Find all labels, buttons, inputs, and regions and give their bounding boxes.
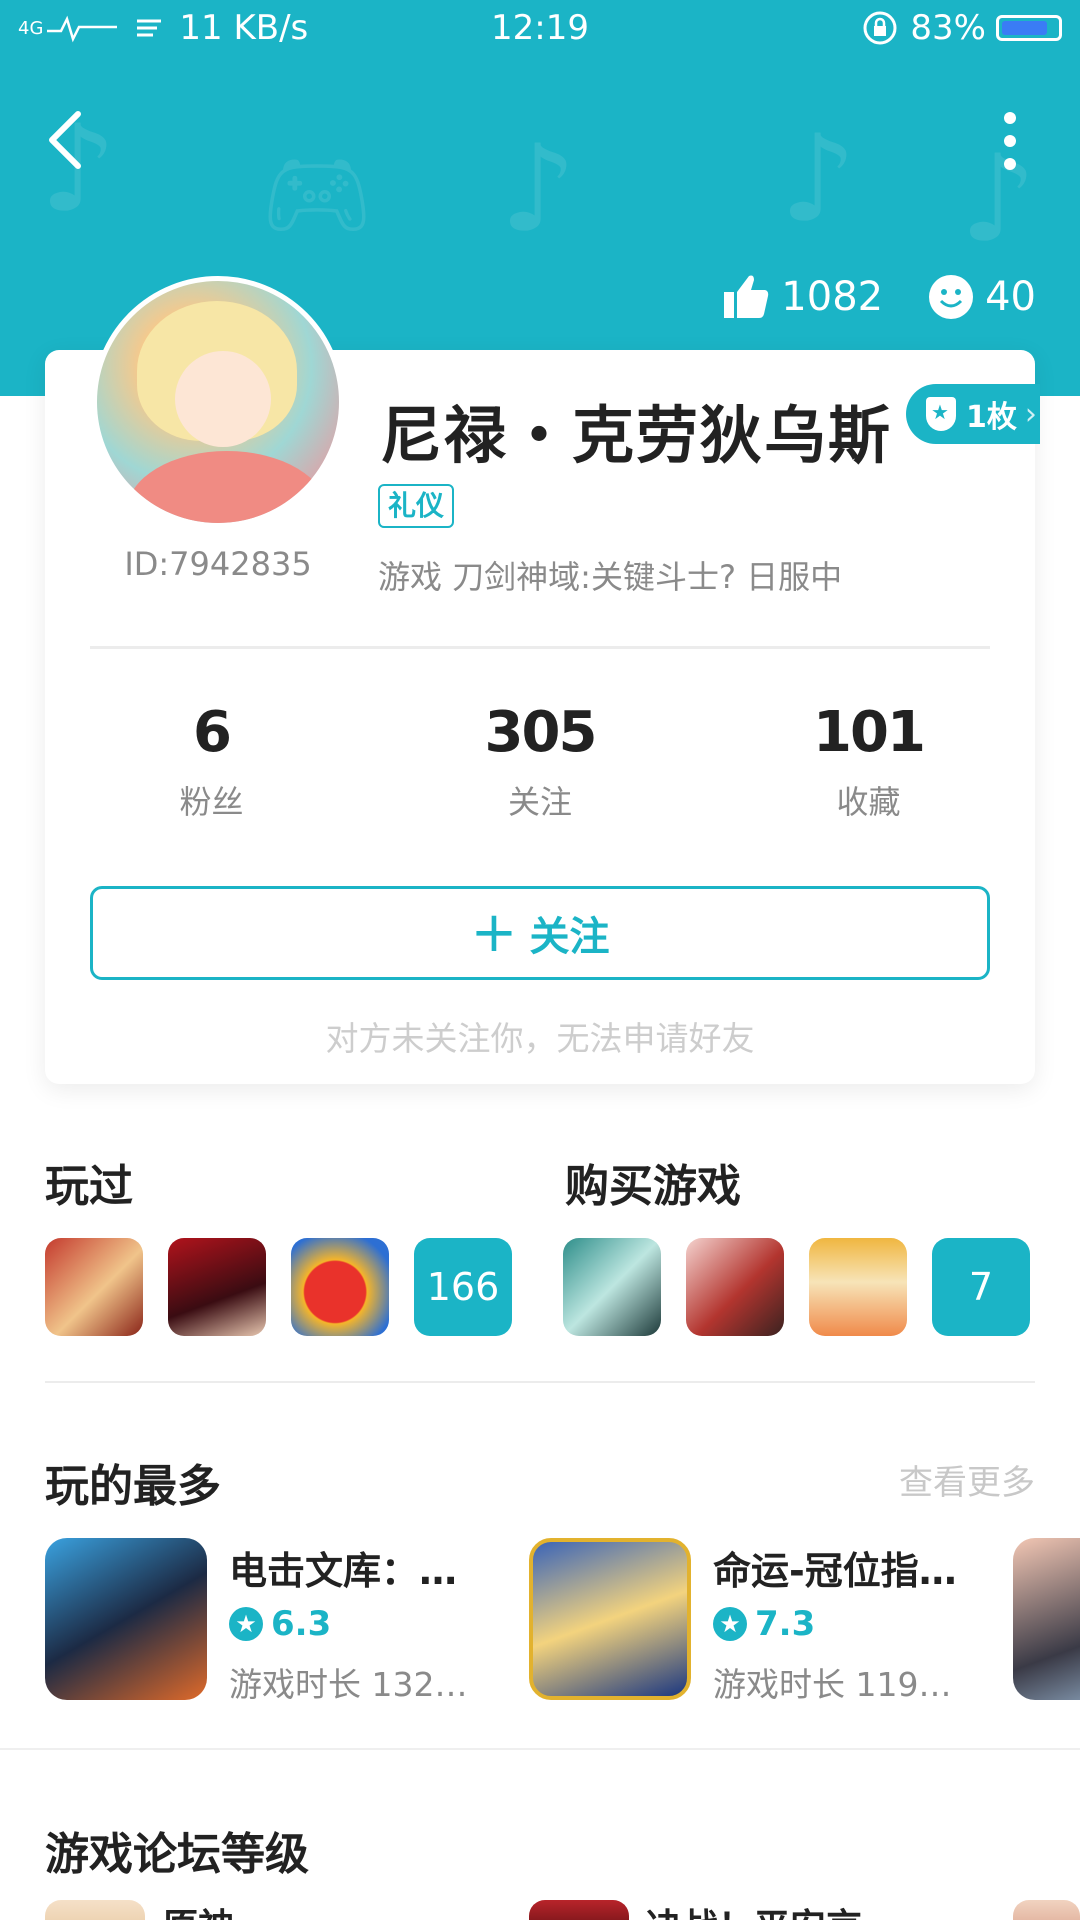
- shield-icon: [926, 397, 956, 431]
- played-games-row: 166: [45, 1238, 512, 1336]
- profile-counts: 6 粉丝 305 关注 101 收藏: [45, 700, 1035, 823]
- game-icon[interactable]: [563, 1238, 661, 1336]
- rotation-lock-icon: [863, 11, 897, 45]
- avatar[interactable]: [92, 276, 344, 528]
- status-bar: 4G 11 KB/s 12:19 83%: [0, 0, 1080, 54]
- forum-game-icon[interactable]: [1013, 1900, 1080, 1920]
- smiles-count: 40: [985, 274, 1036, 320]
- game-score: ★ 6.3: [229, 1604, 331, 1644]
- smile-icon: [929, 275, 974, 319]
- now-playing: 游戏 刀剑神域:关键斗士? 日服中: [378, 558, 843, 596]
- star-icon: ★: [229, 1607, 263, 1641]
- user-tag: 礼仪: [378, 484, 455, 528]
- purchased-games-row: 7: [563, 1238, 1030, 1336]
- game-title: 命运-冠位指…: [713, 1549, 957, 1593]
- played-more-count[interactable]: 166: [414, 1238, 512, 1336]
- game-cover: [1013, 1538, 1080, 1700]
- most-played-card[interactable]: [1013, 1538, 1080, 1702]
- follow-button[interactable]: + 关注: [90, 886, 990, 980]
- game-cover: [529, 1538, 691, 1700]
- game-score: ★ 7.3: [713, 1604, 815, 1644]
- thumbs-up-icon: [724, 275, 769, 318]
- forum-game-name[interactable]: 决战！平安京: [646, 1898, 862, 1920]
- purchased-title: 购买游戏: [565, 1161, 741, 1212]
- user-name: 尼禄・克劳狄乌斯: [380, 399, 893, 472]
- game-icon[interactable]: [45, 1238, 143, 1336]
- play-time: 游戏时长 132…: [229, 1665, 468, 1704]
- game-icon[interactable]: [686, 1238, 784, 1336]
- forum-game-name[interactable]: 原神: [162, 1898, 234, 1920]
- gamepad-decoration: 🎮︎: [260, 142, 375, 247]
- battery-percent: 83%: [910, 8, 986, 48]
- divider: [0, 1748, 1080, 1750]
- battery-fill: [1002, 21, 1047, 35]
- favorites-stat[interactable]: 101 收藏: [702, 700, 1035, 823]
- likes-count: 1082: [781, 274, 884, 320]
- back-button[interactable]: [38, 100, 98, 180]
- most-played-card[interactable]: 命运-冠位指… ★ 7.3 游戏时长 119小…: [529, 1538, 989, 1704]
- followers-label: 粉丝: [179, 783, 244, 821]
- profile-reactions: 1082 40: [677, 272, 1036, 322]
- battery-icon: [996, 15, 1062, 41]
- smiles-stat[interactable]: 40: [927, 273, 1036, 321]
- followers-count: 6: [193, 700, 232, 765]
- divider: [45, 1381, 1035, 1383]
- forum-level-title: 游戏论坛等级: [45, 1829, 309, 1880]
- score-value: 7.3: [755, 1604, 816, 1644]
- purchased-more-count[interactable]: 7: [932, 1238, 1030, 1336]
- chevron-right-icon: ›: [1024, 396, 1037, 432]
- game-icon[interactable]: [168, 1238, 266, 1336]
- following-count: 305: [484, 700, 598, 765]
- forum-game-icon[interactable]: [45, 1900, 145, 1920]
- followers-stat[interactable]: 6 粉丝: [45, 700, 378, 823]
- star-icon: ★: [713, 1607, 747, 1641]
- forum-game-icon[interactable]: [529, 1900, 629, 1920]
- played-title: 玩过: [45, 1161, 133, 1212]
- following-stat[interactable]: 305 关注: [378, 700, 702, 823]
- likes-stat[interactable]: 1082: [721, 272, 883, 322]
- game-icon[interactable]: [291, 1238, 389, 1336]
- more-options-button[interactable]: [990, 106, 1030, 176]
- game-icon[interactable]: [809, 1238, 907, 1336]
- most-played-title: 玩的最多: [45, 1461, 221, 1512]
- medal-badge[interactable]: 1枚 ›: [906, 384, 1040, 444]
- user-id: ID:7942835: [124, 545, 312, 583]
- music-note-decoration: ♪: [780, 110, 857, 249]
- friend-request-hint: 对方未关注你，无法申请好友: [325, 1019, 755, 1058]
- following-label: 关注: [507, 783, 572, 821]
- medal-count: 1枚: [966, 400, 1017, 435]
- favorites-count: 101: [813, 700, 926, 765]
- follow-label: 关注: [529, 914, 610, 960]
- game-cover: [45, 1538, 207, 1700]
- play-time: 游戏时长 119小…: [713, 1665, 983, 1704]
- score-value: 6.3: [271, 1604, 332, 1644]
- see-more-link[interactable]: 查看更多: [899, 1455, 1035, 1504]
- plus-icon: +: [470, 900, 518, 965]
- most-played-card[interactable]: 电击文库：… ★ 6.3 游戏时长 132…: [45, 1538, 505, 1704]
- game-title: 电击文库：…: [229, 1549, 458, 1593]
- divider: [90, 646, 990, 649]
- favorites-label: 收藏: [836, 783, 901, 821]
- music-note-decoration: ♪: [500, 120, 577, 259]
